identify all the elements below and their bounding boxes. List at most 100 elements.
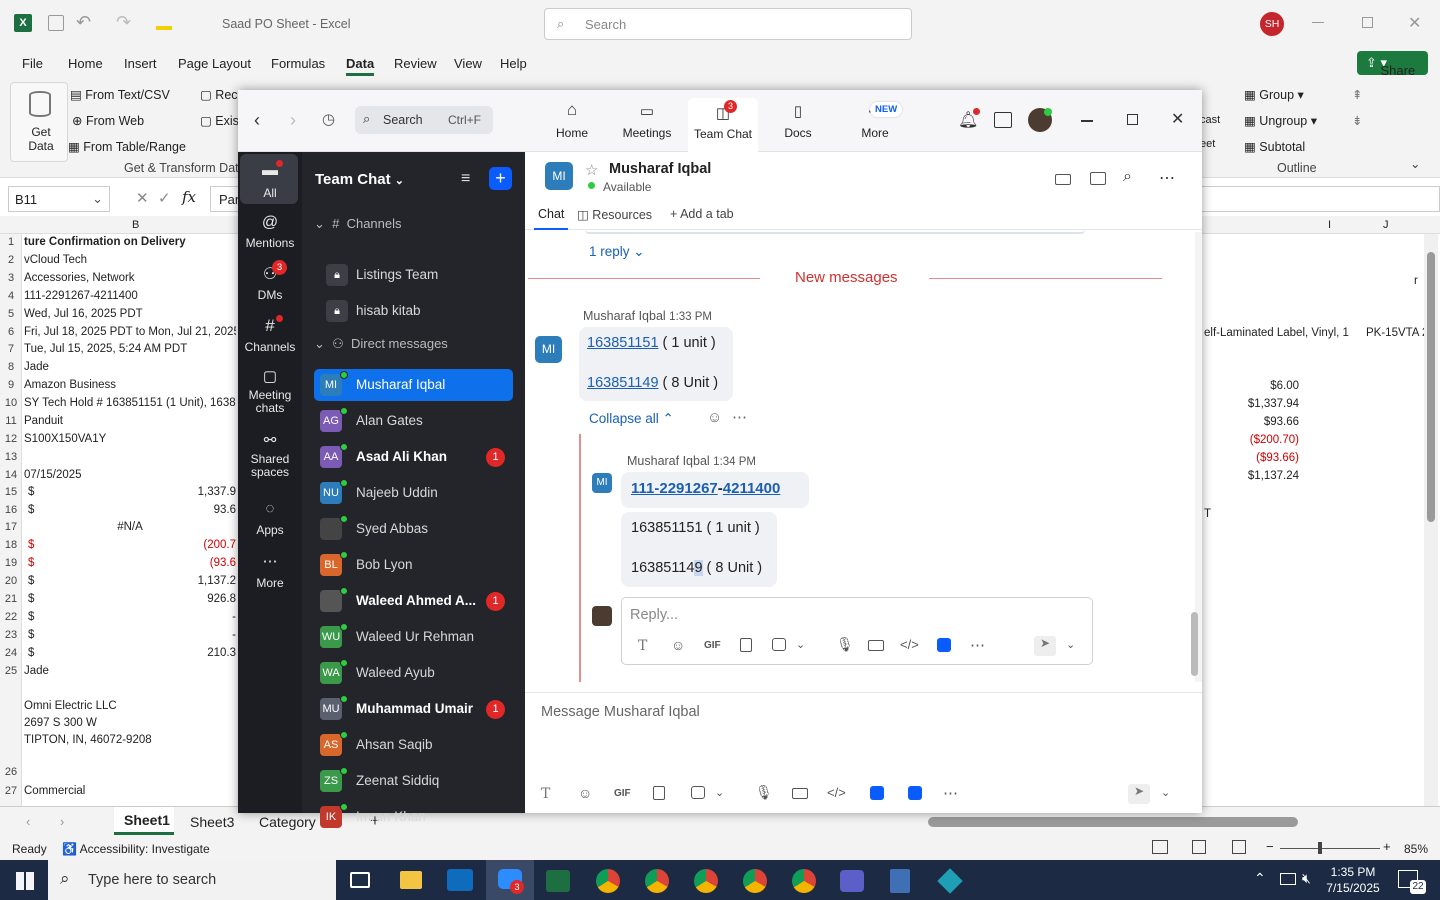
chrome-icon[interactable] bbox=[792, 869, 816, 893]
user-avatar[interactable]: SH bbox=[1260, 12, 1284, 36]
column-header-b[interactable]: B bbox=[132, 219, 139, 231]
message-bubble[interactable]: 163851151 ( 1 unit ) 163851149 ( 8 Unit … bbox=[579, 327, 733, 401]
zoom-taskbar-button[interactable]: 3 bbox=[486, 860, 534, 900]
row-number[interactable]: 19 bbox=[0, 557, 22, 569]
rail-meeting-chats[interactable]: ▢ Meeting chats bbox=[238, 369, 302, 415]
cell-b5[interactable]: Wed, Jul 16, 2025 PDT bbox=[24, 308, 236, 320]
zoom-level[interactable]: 85% bbox=[1404, 842, 1428, 856]
cell-b18[interactable]: (200.7 bbox=[24, 539, 236, 551]
row-number[interactable]: 15 bbox=[0, 486, 22, 498]
zoom-slider-thumb[interactable] bbox=[1318, 842, 1322, 854]
cell-value[interactable]: $1,337.94 bbox=[1205, 398, 1299, 410]
row-number[interactable]: 10 bbox=[0, 397, 22, 409]
scroll-thumb[interactable] bbox=[1427, 252, 1435, 522]
row-number[interactable]: 6 bbox=[0, 326, 22, 338]
row-number[interactable]: 21 bbox=[0, 593, 22, 605]
more-dots-icon[interactable]: ⋯ bbox=[970, 636, 985, 654]
horizontal-scrollbar[interactable] bbox=[928, 817, 1298, 827]
format-text-icon[interactable]: T bbox=[541, 786, 550, 802]
dm-item[interactable]: NU Najeeb Uddin bbox=[314, 477, 513, 509]
menu-page-layout[interactable]: Page Layout bbox=[178, 56, 251, 71]
row-number[interactable]: 26 bbox=[0, 766, 22, 778]
row-number[interactable]: 3 bbox=[0, 272, 22, 284]
rail-shared-spaces[interactable]: ⚯ Shared spaces bbox=[238, 433, 302, 479]
row-number[interactable]: 9 bbox=[0, 379, 22, 391]
cell-right-r[interactable]: r bbox=[1414, 275, 1418, 287]
from-table-button[interactable]: ▦ From Table/Range bbox=[68, 139, 186, 154]
rail-more[interactable]: ⋯ More bbox=[238, 552, 302, 590]
po-link-163851151[interactable]: 163851151 bbox=[587, 335, 659, 351]
channel-listings-team[interactable]: 🔒︎ Listings Team bbox=[314, 259, 513, 291]
emoji-reaction-icon[interactable]: ☺ bbox=[707, 409, 722, 426]
cell-value[interactable]: ($200.70) bbox=[1205, 434, 1299, 446]
menu-data[interactable]: Data bbox=[346, 56, 375, 76]
menu-help[interactable]: Help bbox=[500, 56, 527, 71]
recent-sources-button[interactable]: ▢ Rec bbox=[200, 87, 238, 102]
emoji-icon[interactable]: ☺ bbox=[671, 637, 685, 653]
cell-b6[interactable]: Fri, Jul 18, 2025 PDT to Mon, Jul 21, 20… bbox=[24, 326, 236, 338]
new-chat-button[interactable]: + bbox=[489, 167, 512, 190]
cell-b12[interactable]: S100X150VA1Y bbox=[24, 433, 236, 445]
dm-item[interactable]: BL Bob Lyon bbox=[314, 549, 513, 581]
cell-b20[interactable]: 1,137.2 bbox=[24, 575, 236, 587]
from-web-button[interactable]: ⊕ From Web bbox=[72, 113, 144, 128]
cell-b27[interactable]: Commercial bbox=[24, 785, 236, 797]
row-number[interactable]: 22 bbox=[0, 611, 22, 623]
rail-mentions[interactable]: @ Mentions bbox=[238, 214, 302, 250]
row-number[interactable]: 8 bbox=[0, 361, 22, 373]
collapse-all-link[interactable]: Collapse all ⌃ bbox=[589, 411, 674, 427]
hide-detail-icon[interactable]: ⇟ bbox=[1352, 113, 1362, 128]
cell-value[interactable]: $6.00 bbox=[1205, 380, 1299, 392]
dm-item[interactable]: ZS Zeenat Siddiq bbox=[314, 765, 513, 797]
message-avatar[interactable]: MI bbox=[535, 336, 562, 363]
column-header-i[interactable]: I bbox=[1328, 219, 1331, 231]
gif-icon[interactable]: GIF bbox=[614, 788, 631, 799]
zoom-in-icon[interactable]: + bbox=[1383, 839, 1391, 854]
nav-home[interactable]: ⌂ Home bbox=[547, 98, 597, 148]
menu-view[interactable]: View bbox=[454, 56, 482, 71]
cell-b19[interactable]: (93.6 bbox=[24, 557, 236, 569]
row-number[interactable]: 24 bbox=[0, 647, 22, 659]
cell-b15[interactable]: 1,337.9 bbox=[24, 486, 236, 498]
chevron-down-icon[interactable]: ⌄ bbox=[715, 786, 724, 799]
highlight-icon[interactable] bbox=[156, 14, 172, 30]
address-block[interactable]: Omni Electric LLC 2697 S 300 W TIPTON, I… bbox=[24, 698, 236, 749]
tab-chat[interactable]: Chat bbox=[534, 207, 569, 230]
insert-function-icon[interactable]: fx bbox=[182, 188, 196, 206]
order-link-part-1[interactable]: 111-2291267 bbox=[631, 480, 718, 497]
confirm-formula-icon[interactable]: ✓ bbox=[158, 189, 171, 207]
next-sheet-icon[interactable]: › bbox=[60, 814, 64, 829]
file-icon[interactable] bbox=[740, 638, 752, 652]
add-tab-button[interactable]: + Add a tab bbox=[670, 207, 734, 221]
sheet-tab-category[interactable]: Category bbox=[259, 814, 316, 830]
share-screen-icon[interactable] bbox=[1090, 172, 1106, 185]
video-message-icon[interactable] bbox=[868, 640, 884, 651]
screenshot-icon[interactable] bbox=[772, 638, 786, 651]
cell-b10[interactable]: SY Tech Hold # 163851151 (1 Unit), 16385 bbox=[24, 397, 236, 409]
existing-connections-button[interactable]: ▢ Exis bbox=[200, 113, 239, 128]
rail-channels[interactable]: # Channels bbox=[238, 316, 302, 354]
row-number[interactable]: 27 bbox=[0, 785, 22, 797]
send-icon[interactable]: ➤ bbox=[1034, 636, 1056, 656]
volume-muted-icon[interactable]: 🔇︎ bbox=[1302, 870, 1311, 887]
menu-home[interactable]: Home bbox=[68, 56, 103, 71]
reply-bubble-units[interactable]: 163851151 ( 1 unit ) 163851149 ( 8 Unit … bbox=[621, 512, 777, 587]
cell-b22[interactable]: - bbox=[24, 611, 236, 623]
menu-review[interactable]: Review bbox=[394, 56, 437, 71]
nav-team-chat[interactable]: ◫ 3 Team Chat bbox=[688, 98, 758, 152]
page-layout-icon[interactable] bbox=[1192, 840, 1206, 854]
chevron-down-icon[interactable]: ⌄ bbox=[1066, 638, 1075, 651]
cell-part-number[interactable]: PK-15VTA 2 bbox=[1366, 327, 1428, 339]
contact-avatar[interactable]: MI bbox=[545, 162, 573, 190]
column-header-j[interactable]: J bbox=[1383, 219, 1389, 231]
message-compose-input[interactable]: Message Musharaf Iqbal bbox=[541, 704, 700, 720]
dm-item[interactable]: MI Musharaf Iqbal bbox=[314, 369, 513, 401]
screenshot-icon[interactable] bbox=[691, 786, 705, 799]
emoji-icon[interactable]: ☺ bbox=[578, 785, 592, 801]
cell-b17[interactable]: #N/A bbox=[24, 521, 236, 533]
cell-b24[interactable]: 210.3 bbox=[24, 647, 236, 659]
chrome-icon[interactable] bbox=[694, 869, 718, 893]
teams-icon[interactable] bbox=[840, 870, 864, 892]
app-integration-icon[interactable] bbox=[937, 638, 951, 652]
nav-more[interactable]: ⋯ NEW More bbox=[850, 98, 903, 148]
